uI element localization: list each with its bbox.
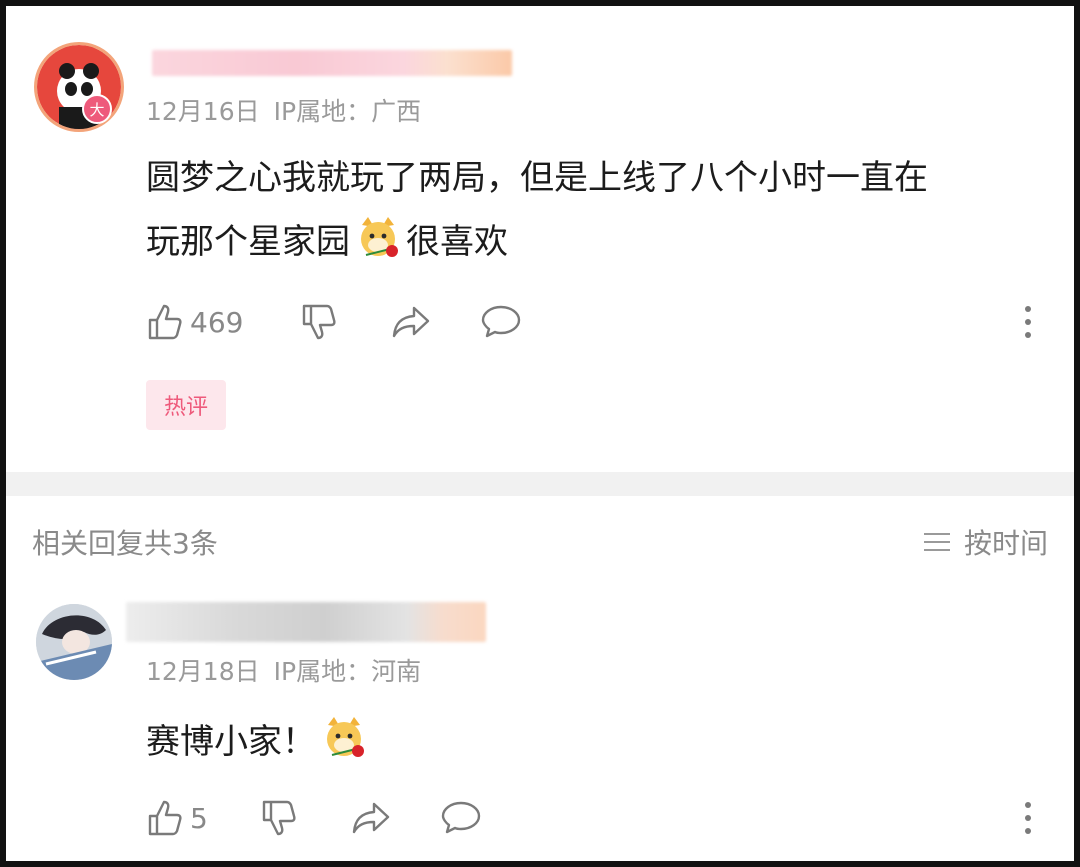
thumbs-down-icon: [262, 800, 296, 836]
reply-ip-location: IP属地：河南: [273, 657, 422, 686]
blurred-reply-username: [126, 602, 486, 642]
hot-comment-tag: 热评: [146, 380, 226, 430]
avatar-badge-label: 大: [89, 100, 105, 119]
section-divider: [6, 472, 1074, 496]
thumbs-up-icon: [148, 800, 182, 836]
more-vertical-icon: [1025, 802, 1031, 834]
share-arrow-icon: [392, 306, 430, 338]
replies-count-title: 相关回复共3条: [32, 527, 218, 560]
comment-text-after-emoji: 很喜欢: [406, 222, 508, 262]
like-button[interactable]: 469: [146, 302, 243, 342]
dislike-button[interactable]: [300, 302, 340, 342]
more-options-button[interactable]: [1018, 304, 1038, 340]
commenter-avatar[interactable]: [34, 42, 124, 132]
reply-like-button[interactable]: 5: [146, 798, 208, 838]
reply-reply-button[interactable]: [440, 798, 482, 838]
reply-text-content: 赛博小家！: [146, 722, 316, 762]
reply-dislike-button[interactable]: [260, 798, 300, 838]
like-count: 469: [190, 305, 244, 339]
reply-button[interactable]: [480, 302, 522, 342]
thumbs-up-icon: [148, 304, 182, 340]
reply-date: 12月18日: [146, 657, 260, 686]
avatar-badge: 大: [82, 94, 112, 124]
comment-bubble-icon: [481, 305, 521, 338]
sort-label: 按时间: [963, 527, 1048, 560]
dog-with-rose-icon: [327, 717, 364, 757]
comment-date: 12月16日: [146, 97, 260, 126]
reply-text: 赛博小家！: [146, 710, 372, 774]
comment-bubble-icon: [441, 801, 481, 834]
dog-with-rose-icon: [361, 217, 398, 257]
reply-meta: 12月18日 IP属地：河南: [146, 652, 421, 688]
more-vertical-icon: [1025, 306, 1031, 338]
comment-meta: 12月16日 IP属地：广西: [146, 92, 421, 128]
menu-lines-icon: [923, 527, 950, 557]
comment-text-line2: 玩那个星家园 很喜欢: [146, 210, 928, 274]
comment-text-before-emoji: 玩那个星家园: [146, 222, 350, 262]
comment-ip-location: IP属地：广西: [273, 97, 422, 126]
share-button[interactable]: [390, 302, 432, 342]
sort-by-time-button[interactable]: 按时间: [923, 522, 1048, 562]
replier-avatar[interactable]: [36, 604, 112, 680]
thumbs-down-icon: [302, 304, 336, 340]
reply-more-options-button[interactable]: [1018, 800, 1038, 836]
reply-share-button[interactable]: [350, 798, 392, 838]
comment-text: 圆梦之心我就玩了两局，但是上线了八个小时一直在 玩那个星家园 很喜欢: [146, 146, 928, 274]
reply-like-count: 5: [190, 801, 208, 835]
share-arrow-icon: [352, 802, 390, 834]
comment-screen: 大 12月16日 IP属地：广西 圆梦之心我就玩了两局，但是上线了八个小时一直在 …: [6, 6, 1074, 861]
comment-text-line1: 圆梦之心我就玩了两局，但是上线了八个小时一直在: [146, 158, 928, 198]
anime-avatar-icon: [36, 604, 112, 680]
blurred-username: [152, 50, 512, 76]
